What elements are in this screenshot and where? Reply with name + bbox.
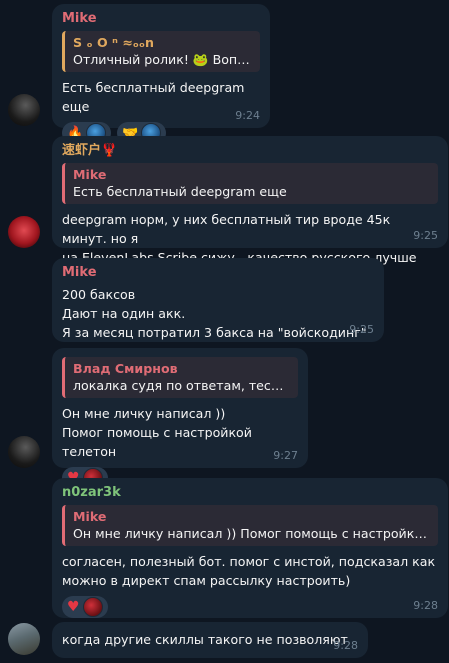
reply-sender: Mike: [73, 167, 107, 182]
sender-name[interactable]: Mike: [62, 11, 260, 27]
reply-quote[interactable]: Влад Смирнов локалка судя по ответам, те…: [62, 357, 298, 398]
user-avatar[interactable]: [8, 436, 40, 468]
message-text: Есть бесплатный deepgram еще: [62, 80, 249, 114]
reactions: ♥: [62, 596, 438, 618]
reply-text: Есть бесплатный deepgram еще: [73, 184, 287, 199]
reply-quote[interactable]: Mike Есть бесплатный deepgram еще: [62, 163, 438, 204]
reply-sender: S ₒ O ⁿ ≈ₒₒn: [73, 35, 154, 50]
message-bubble[interactable]: Mike S ₒ O ⁿ ≈ₒₒn Отличный ролик! 🐸 Вопр…: [52, 4, 270, 144]
message-bubble[interactable]: Влад Смирнов локалка судя по ответам, те…: [52, 348, 308, 489]
message-text: Он мне личку написал )) Помог помощь с н…: [62, 406, 252, 459]
message-bubble[interactable]: когда другие скиллы такого не позволяют …: [52, 622, 368, 658]
reply-quote[interactable]: S ₒ O ⁿ ≈ₒₒn Отличный ролик! 🐸 Вопр...: [62, 31, 260, 72]
message-time: 9:24: [235, 109, 260, 122]
message-time: 9:25: [413, 229, 438, 242]
message-bubble[interactable]: n0zar3k Mike Он мне личку написал )) Пом…: [52, 478, 448, 618]
user-avatar[interactable]: [8, 623, 40, 655]
message-text: 200 баксов Дают на один акк. Я за месяц …: [62, 287, 367, 340]
message-time: 9:28: [413, 599, 438, 612]
message-bubble[interactable]: Mike 200 баксов Дают на один акк. Я за м…: [52, 258, 384, 342]
heart-icon: ♥: [67, 599, 80, 615]
reply-text: Он мне личку написал )) Помог помощь с н…: [73, 526, 430, 541]
reply-text: локалка судя по ответам, тестят в...: [73, 378, 290, 393]
sender-name[interactable]: n0zar3k: [62, 485, 438, 501]
reaction-heart[interactable]: ♥: [62, 596, 108, 618]
reply-text: Отличный ролик! 🐸 Вопр...: [73, 52, 252, 67]
reply-quote[interactable]: Mike Он мне личку написал )) Помог помощ…: [62, 505, 438, 546]
reactor-avatar: [82, 597, 103, 617]
message-text: согласен, полезный бот. помог с инстой, …: [62, 554, 436, 588]
user-avatar[interactable]: [8, 216, 40, 248]
message-time: 9:25: [349, 323, 374, 336]
message-time: 9:28: [333, 639, 358, 652]
sender-name[interactable]: Mike: [62, 265, 374, 281]
message-time: 9:27: [273, 449, 298, 462]
user-avatar[interactable]: [8, 94, 40, 126]
message-text: когда другие скиллы такого не позволяют: [62, 632, 348, 647]
reply-sender: Влад Смирнов: [73, 361, 178, 376]
sender-name[interactable]: 速虾户🦞: [62, 143, 438, 159]
reply-sender: Mike: [73, 509, 107, 524]
message-bubble[interactable]: 速虾户🦞 Mike Есть бесплатный deepgram еще d…: [52, 136, 448, 265]
